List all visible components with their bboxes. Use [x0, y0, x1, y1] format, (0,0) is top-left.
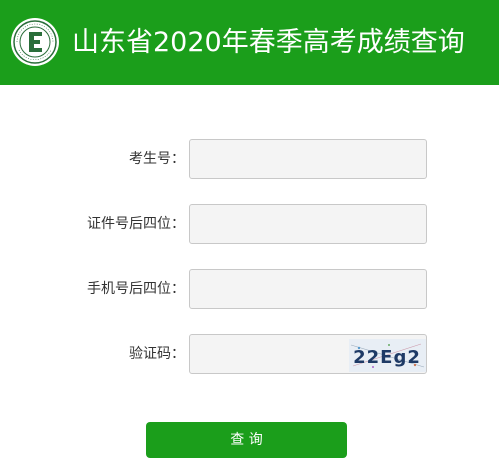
phone-last4-label: 手机号后四位： — [87, 281, 185, 297]
phone-last4-input[interactable] — [189, 269, 427, 309]
captcha-image[interactable]: 22Eg2 — [349, 339, 426, 372]
exam-number-input[interactable] — [189, 139, 427, 179]
page-header: 山东省2020年春季高考成绩查询 — [0, 0, 499, 85]
captcha-text: 22Eg2 — [353, 347, 421, 368]
captcha-label: 验证码： — [129, 346, 185, 362]
page-title: 山东省2020年春季高考成绩查询 — [72, 27, 465, 58]
school-logo-icon — [11, 18, 59, 66]
query-button[interactable]: 查 询 — [146, 422, 347, 458]
id-last4-label: 证件号后四位： — [87, 216, 185, 232]
form-row-exam-number: 考生号： — [0, 139, 499, 179]
id-last4-input[interactable] — [189, 204, 427, 244]
form-row-id-last4: 证件号后四位： — [0, 204, 499, 244]
form-row-phone-last4: 手机号后四位： — [0, 269, 499, 309]
exam-number-label: 考生号： — [129, 151, 185, 167]
